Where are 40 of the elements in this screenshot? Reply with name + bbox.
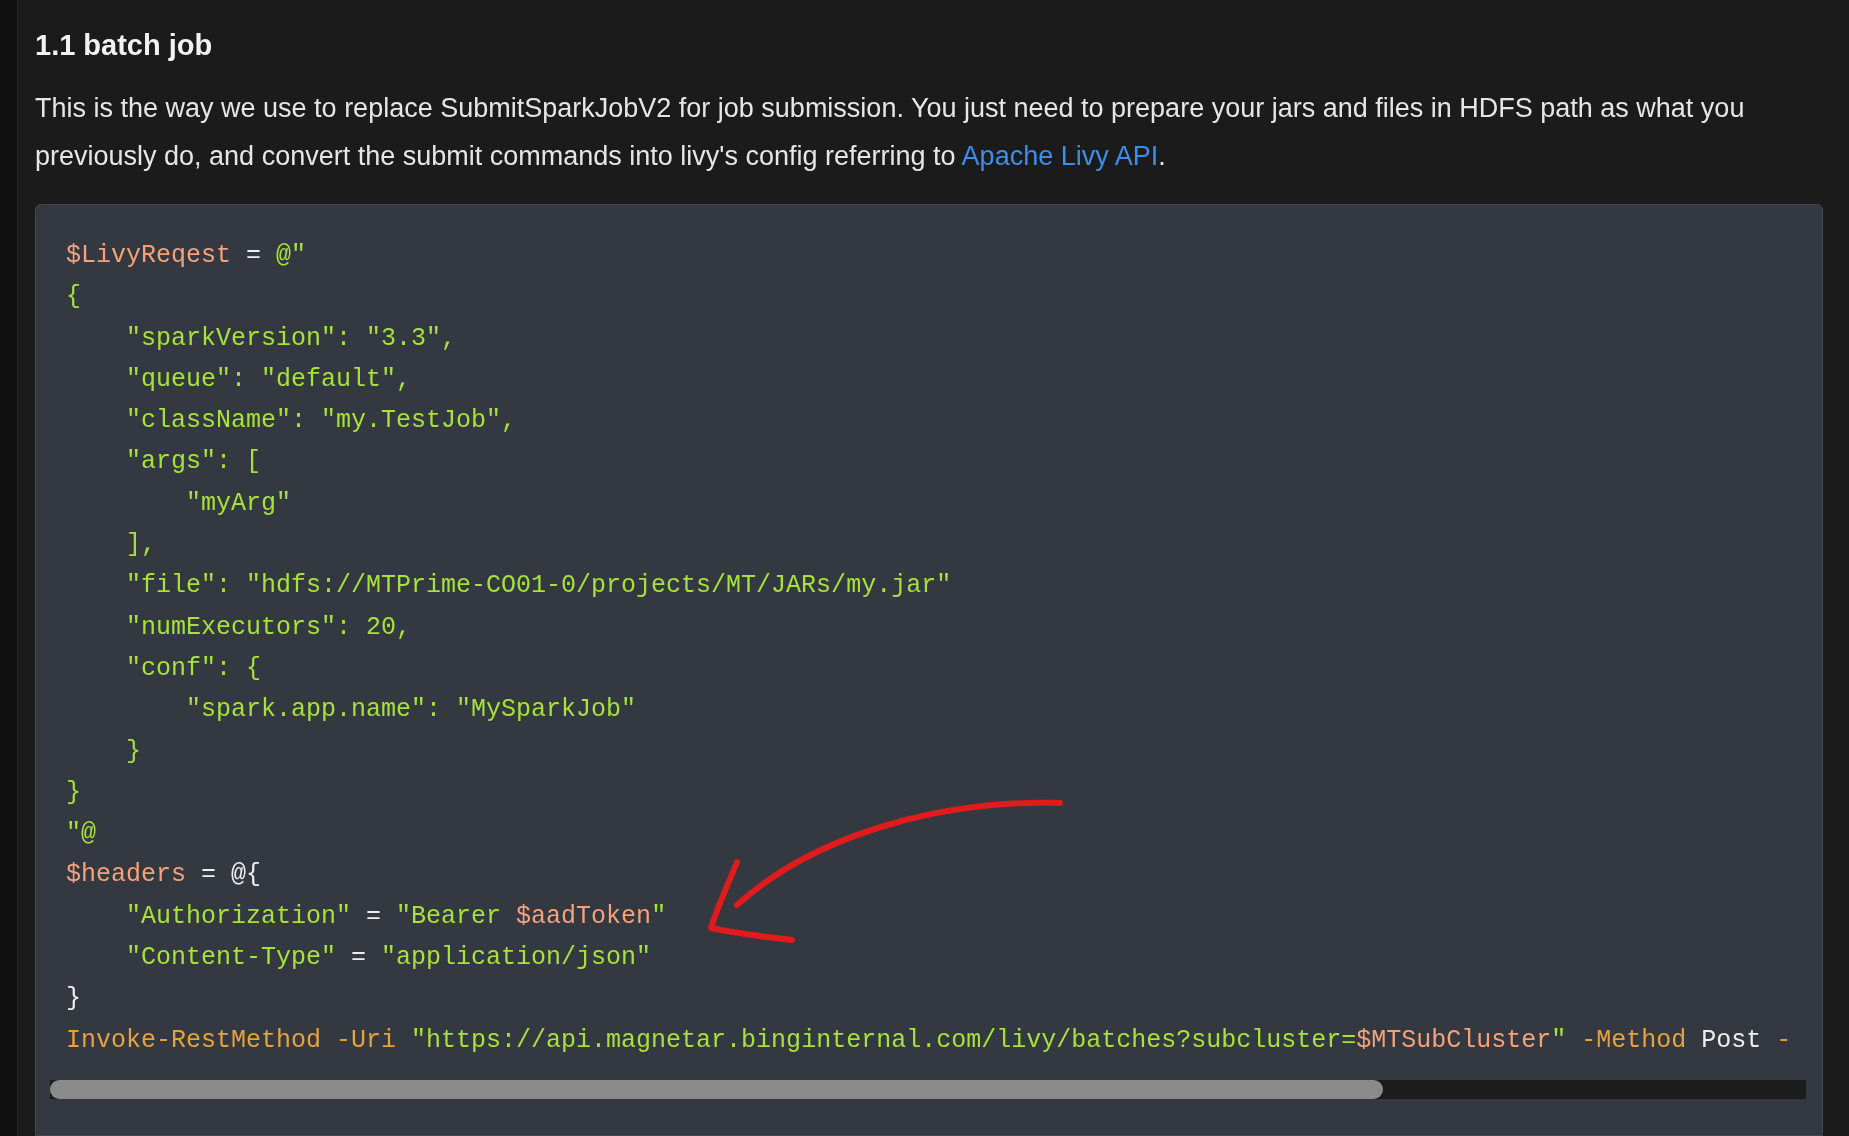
code-token: } (66, 983, 81, 1016)
code-token: $MTSubCluster (1356, 1024, 1552, 1057)
code-token: { (66, 281, 81, 314)
code-token: "application/json" (381, 942, 652, 975)
apache-livy-api-link[interactable]: Apache Livy API (961, 141, 1159, 171)
code-token: = (365, 900, 383, 933)
scrollbar-thumb[interactable] (50, 1079, 1383, 1099)
code-token: "file": "hdfs://MTPrime-CO01-0/projects/MT/JARs/my.jar" (125, 570, 952, 603)
code-token: Post (1701, 1024, 1762, 1057)
code-token: ], (125, 529, 156, 562)
code-token: Invoke-RestMethod -Uri (66, 1024, 398, 1057)
code-token: = @{ (200, 859, 262, 892)
code-token: "sparkVersion": "3.3", (125, 322, 457, 355)
code-token: " (1551, 1024, 1567, 1057)
code-token: $aadToken (516, 900, 652, 933)
code-token: " (651, 900, 667, 933)
code-token: } (66, 776, 81, 809)
code-token: $LivyReqest (66, 240, 232, 272)
code-token: = (245, 240, 263, 272)
code-token: = (350, 942, 368, 975)
code-token: "myArg" (185, 487, 292, 520)
code-token: "@ (66, 818, 96, 851)
code-token: - (1775, 1024, 1792, 1057)
code-token: "spark.app.name": "MySparkJob" (185, 694, 637, 727)
code-token: "https://api.magnetar.binginternal.com/livy/batches?subcluster= (411, 1024, 1357, 1057)
code-token: "args": [ (125, 446, 262, 479)
code-token: "Content-Type" (125, 942, 337, 975)
code-token: "conf": { (125, 652, 262, 685)
description-text: This is the way we use to replace SubmitSparkJobV2 for job submission. You just need to prepare your jars and files in HDFS path as what you previously do, and convert the submit commands into livy's config referring to Apache Livy API. (35, 92, 1746, 173)
horizontal-scrollbar[interactable] (50, 1079, 1806, 1099)
code-token: "className": "my.TestJob", (125, 405, 517, 438)
code-token: "Authorization" (125, 900, 352, 933)
code-token: } (125, 735, 141, 768)
code-token: -Method (1580, 1024, 1688, 1057)
code-token: "numExecutors": 20, (125, 611, 412, 644)
code-token: @" (276, 240, 307, 272)
code-token: "queue": "default", (125, 363, 412, 396)
section-heading: 1.1 batch job (35, 28, 214, 63)
code-token: $headers (66, 859, 187, 892)
code-token: "Bearer (396, 900, 503, 933)
